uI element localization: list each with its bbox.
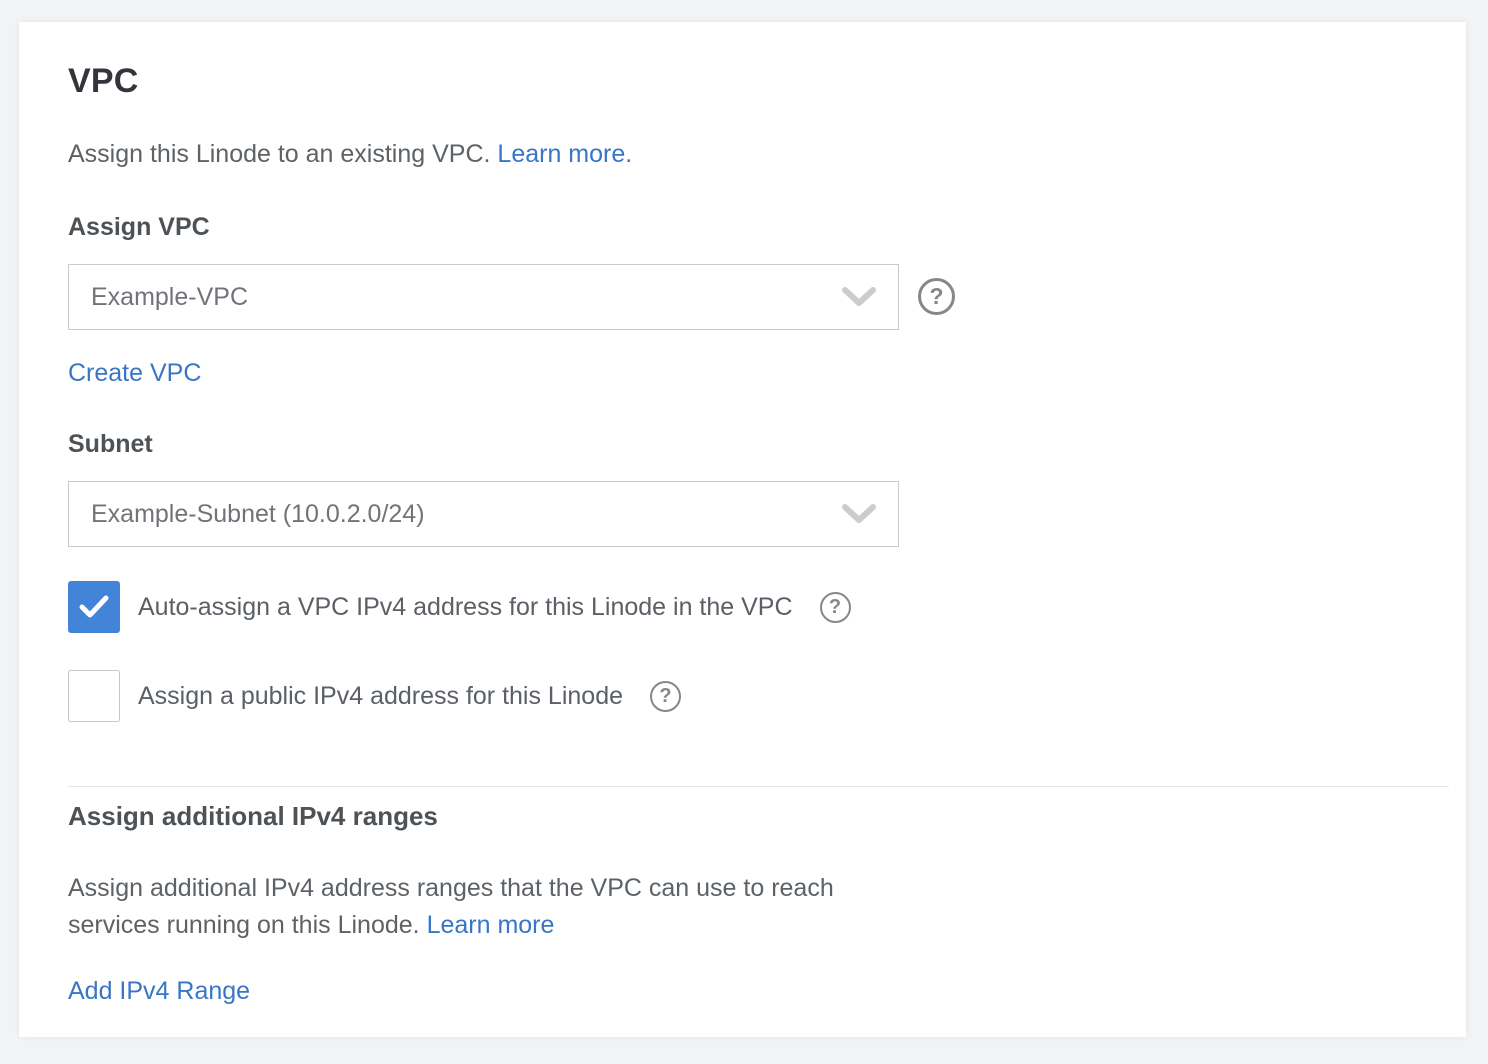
add-ipv4-range-link[interactable]: Add IPv4 Range [68,977,250,1005]
auto-assign-ipv4-label[interactable]: Auto-assign a VPC IPv4 address for this … [138,593,793,622]
create-vpc-link-label[interactable]: Create VPC [68,359,201,387]
help-icon[interactable]: ? [650,681,681,712]
vpc-select[interactable]: Example-VPC [68,264,899,330]
subnet-select-value: Example-Subnet (10.0.2.0/24) [91,500,425,529]
ranges-learn-more-link[interactable]: Learn more [427,911,555,939]
vpc-learn-more-link[interactable]: Learn more. [497,140,632,168]
auto-assign-ipv4-checkbox[interactable] [68,581,120,633]
page-title: VPC [68,62,139,101]
auto-assign-ipv4-row: Auto-assign a VPC IPv4 address for this … [68,581,851,633]
public-ipv4-row: Assign a public IPv4 address for this Li… [68,670,681,722]
subnet-select[interactable]: Example-Subnet (10.0.2.0/24) [68,481,899,547]
ranges-section-title: Assign additional IPv4 ranges [68,801,438,832]
vpc-select-value: Example-VPC [91,283,248,312]
help-question-glyph: ? [659,685,671,708]
help-icon[interactable]: ? [918,278,955,315]
vpc-panel: VPC Assign this Linode to an existing VP… [19,22,1466,1037]
public-ipv4-label[interactable]: Assign a public IPv4 address for this Li… [138,682,623,711]
help-icon[interactable]: ? [820,592,851,623]
vpc-intro-text: Assign this Linode to an existing VPC. L… [68,140,632,169]
chevron-down-icon [842,504,876,524]
vpc-intro-static: Assign this Linode to an existing VPC. [68,140,490,168]
add-ipv4-range[interactable]: Add IPv4 Range [68,977,250,1006]
help-question-glyph: ? [929,283,943,310]
ranges-description: Assign additional IPv4 address ranges th… [68,870,918,944]
section-divider [68,786,1449,787]
assign-vpc-label: Assign VPC [68,213,210,242]
check-icon [79,595,109,619]
create-vpc-link[interactable]: Create VPC [68,359,201,388]
public-ipv4-checkbox[interactable] [68,670,120,722]
help-question-glyph: ? [829,596,841,619]
subnet-label: Subnet [68,430,153,459]
chevron-down-icon [842,287,876,307]
page-background: { "colors": { "page_bg": "#f2f3f5", "car… [0,0,1488,1064]
